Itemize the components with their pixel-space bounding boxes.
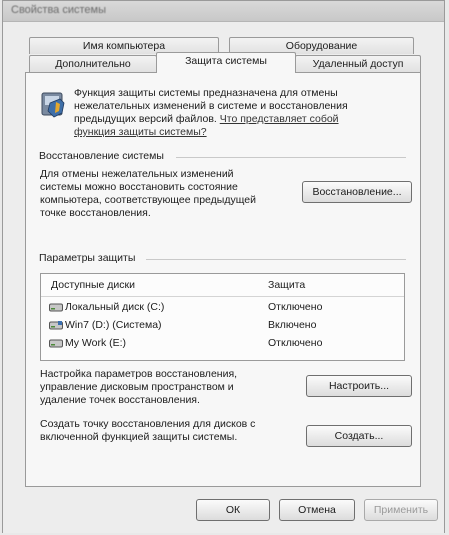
tab-label: Имя компьютера: [82, 40, 166, 52]
restore-desc-3: компьютера, соответствующее предыдущей: [40, 194, 256, 206]
drive-status: Включено: [268, 319, 317, 331]
system-properties-window: Свойства системы Имя компьютера Оборудов…: [2, 0, 445, 533]
help-link-continued[interactable]: функция защиты системы?: [74, 126, 207, 139]
tab-remote[interactable]: Удаленный доступ: [295, 55, 421, 72]
restore-desc-1: Для отмены нежелательных изменений: [40, 168, 234, 180]
intro-line-2: нежелательных изменений в системе и восс…: [74, 100, 348, 112]
shield-icon: [41, 92, 65, 118]
drive-row-c[interactable]: Локальный диск (C:) Отключено: [41, 300, 404, 317]
drive-name: Локальный диск (C:): [65, 301, 165, 313]
tab-label: Дополнительно: [55, 58, 131, 70]
drive-name: Win7 (D:) (Система): [65, 319, 162, 331]
configure-desc-2: управление дисковым пространством и: [40, 381, 234, 393]
hard-drive-icon: [49, 339, 63, 348]
create-desc-2: включенной функцией защиты системы.: [40, 431, 238, 443]
drive-row-d[interactable]: Win7 (D:) (Система) Включено: [41, 318, 404, 335]
drives-list-header: Доступные диски Защита: [41, 274, 404, 297]
drive-name: My Work (E:): [65, 337, 127, 349]
tab-advanced[interactable]: Дополнительно: [29, 55, 157, 72]
intro-line-3: предыдущих версий файлов. Что представля…: [74, 113, 339, 126]
restore-section-title: Восстановление системы: [39, 150, 164, 162]
ok-button[interactable]: ОК: [196, 499, 270, 521]
system-drive-icon: [49, 321, 63, 330]
system-restore-button[interactable]: Восстановление...: [302, 181, 412, 203]
intro-line-1: Функция защиты системы предназначена для…: [74, 87, 338, 99]
cancel-button[interactable]: Отмена: [279, 499, 355, 521]
tab-label: Удаленный доступ: [312, 58, 404, 70]
restore-desc-2: системы можно восстановить состояние: [40, 181, 238, 193]
hard-drive-icon: [49, 303, 63, 312]
drive-status: Отключено: [268, 301, 323, 313]
drives-list[interactable]: Доступные диски Защита Локальный диск (C…: [40, 273, 405, 361]
drive-status: Отключено: [268, 337, 323, 349]
create-desc-1: Создать точку восстановления для дисков …: [40, 418, 256, 430]
configure-desc-1: Настройка параметров восстановления,: [40, 368, 238, 380]
tab-system-protection[interactable]: Защита системы: [156, 52, 296, 73]
restore-separator: [176, 157, 406, 158]
tab-label: Защита системы: [185, 55, 267, 67]
configure-button[interactable]: Настроить...: [306, 375, 412, 397]
create-button[interactable]: Создать...: [306, 425, 412, 447]
column-protection[interactable]: Защита: [268, 279, 305, 291]
intro-line-3-text: предыдущих версий файлов.: [74, 113, 217, 125]
column-available-drives[interactable]: Доступные диски: [51, 279, 135, 291]
drive-row-e[interactable]: My Work (E:) Отключено: [41, 336, 404, 353]
protection-separator: [146, 259, 406, 260]
apply-button[interactable]: Применить: [364, 499, 438, 521]
system-protection-panel: Функция защиты системы предназначена для…: [25, 72, 421, 487]
tab-label: Оборудование: [285, 40, 358, 52]
dialog-button-bar: ОК Отмена Применить: [3, 493, 444, 533]
protection-section-title: Параметры защиты: [39, 252, 136, 264]
help-link[interactable]: Что представляет собой: [220, 113, 339, 125]
restore-desc-4: точке восстановления.: [40, 207, 151, 219]
configure-desc-3: удаление точек восстановления.: [40, 394, 200, 406]
